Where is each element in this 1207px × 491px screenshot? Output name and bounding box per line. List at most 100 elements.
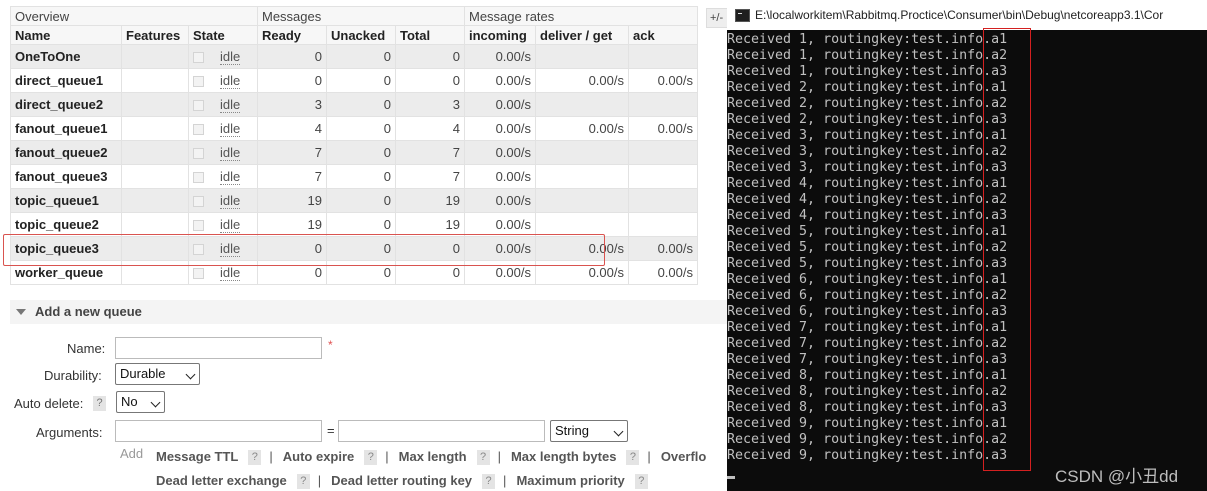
queue-name[interactable]: fanout_queue3 [10,164,122,189]
console-window[interactable]: E:\localworkitem\Rabbitmq.Proctice\Consu… [727,0,1207,491]
state-cell: idle [188,92,258,117]
table-row[interactable]: fanout_queue3 idle 7 0 7 0.00/s [10,164,698,189]
features-cell [121,164,189,189]
queue-name-input[interactable] [115,337,322,359]
chevron-down-icon [613,426,624,437]
state-label: idle [220,265,241,281]
queue-name[interactable]: fanout_queue2 [10,140,122,165]
col-ack[interactable]: ack [628,25,698,45]
argument-shortcut-link[interactable]: Message TTL [156,449,238,464]
console-line: Received 9, routingkey:test.info.a3 [727,448,1008,463]
ready-count: 19 [257,188,327,213]
col-ready[interactable]: Ready [257,25,327,45]
console-line: Received 2, routingkey:test.info.a2 [727,96,1008,111]
auto-delete-help-icon[interactable]: ? [93,396,106,411]
console-line: Received 4, routingkey:test.info.a1 [727,176,1008,191]
col-unacked[interactable]: Unacked [326,25,396,45]
add-argument-link[interactable]: Add [120,446,143,461]
table-row[interactable]: fanout_queue2 idle 7 0 7 0.00/s [10,140,698,165]
watermark: CSDN @小丑dd [1055,467,1179,486]
queue-name[interactable]: direct_queue2 [10,92,122,117]
total-count: 7 [395,140,465,165]
state-indicator-icon [193,268,204,280]
incoming-rate: 0.00/s [464,164,536,189]
argument-shortcut-link[interactable]: Auto expire [283,449,355,464]
durability-label: Durability: [44,368,102,383]
argument-shortcut-link[interactable]: Dead letter exchange [156,473,287,488]
queue-name[interactable]: topic_queue1 [10,188,122,213]
table-row[interactable]: direct_queue2 idle 3 0 3 0.00/s [10,92,698,117]
features-cell [121,92,189,117]
queue-name[interactable]: direct_queue1 [10,68,122,93]
ack-rate: 0.00/s [628,236,698,261]
durability-select[interactable]: Durable [115,363,200,385]
separator: | [269,449,273,464]
argument-shortcuts-row-2: Dead letter exchange? | Dead letter routin… [156,473,656,490]
col-total[interactable]: Total [395,25,465,45]
argument-shortcuts-row-1: Message TTL? | Auto expire? | Max length? | Ma… [156,449,707,466]
equals-sign: = [327,423,335,438]
state-label: idle [220,217,241,233]
deliver-rate [535,212,629,237]
help-icon[interactable]: ? [634,474,648,490]
auto-delete-select[interactable]: No [116,391,165,413]
argument-key-input[interactable] [115,420,322,442]
collapse-triangle-icon [16,309,26,315]
console-titlebar[interactable]: E:\localworkitem\Rabbitmq.Proctice\Consu… [727,0,1207,30]
argument-value-input[interactable] [338,420,545,442]
help-icon[interactable]: ? [248,450,262,466]
incoming-rate: 0.00/s [464,68,536,93]
state-cell: idle [188,212,258,237]
incoming-rate: 0.00/s [464,188,536,213]
queue-name[interactable]: topic_queue2 [10,212,122,237]
col-name[interactable]: Name [10,25,122,45]
console-line: Received 1, routingkey:test.info.a2 [727,48,1008,63]
queue-name[interactable]: OneToOne [10,44,122,69]
console-line: Received 1, routingkey:test.info.a3 [727,64,1008,79]
argument-type-select[interactable]: String [550,420,628,442]
console-title: E:\localworkitem\Rabbitmq.Proctice\Consu… [755,8,1164,22]
ready-count: 0 [257,68,327,93]
argument-shortcut-link[interactable]: Dead letter routing key [331,473,472,488]
console-line: Received 5, routingkey:test.info.a1 [727,224,1008,239]
ack-rate [628,92,698,117]
col-incoming[interactable]: incoming [464,25,536,45]
help-icon[interactable]: ? [482,474,496,490]
help-icon[interactable]: ? [476,450,490,466]
console-line: Received 6, routingkey:test.info.a3 [727,304,1008,319]
help-icon[interactable]: ? [364,450,378,466]
incoming-rate: 0.00/s [464,140,536,165]
argument-shortcut-link[interactable]: Max length bytes [511,449,616,464]
console-app-icon [735,9,750,22]
argument-shortcut-link[interactable]: Overflo [661,449,707,464]
table-row[interactable]: OneToOne idle 0 0 0 0.00/s [10,44,698,69]
console-line: Received 3, routingkey:test.info.a3 [727,160,1008,175]
console-line: Received 5, routingkey:test.info.a3 [727,256,1008,271]
ready-count: 0 [257,44,327,69]
argument-shortcut-link[interactable]: Maximum priority [516,473,624,488]
table-row[interactable]: fanout_queue1 idle 4 0 4 0.00/s 0.00/s 0.00/s [10,116,698,141]
console-line: Received 8, routingkey:test.info.a1 [727,368,1008,383]
add-queue-section-header[interactable]: Add a new queue [10,300,730,324]
queue-name[interactable]: fanout_queue1 [10,116,122,141]
table-row[interactable]: topic_queue1 idle 19 0 19 0.00/s [10,188,698,213]
col-deliver-get[interactable]: deliver / get [535,25,629,45]
console-line: Received 7, routingkey:test.info.a2 [727,336,1008,351]
state-indicator-icon [193,172,204,184]
col-features[interactable]: Features [121,25,189,45]
deliver-rate [535,164,629,189]
chevron-down-icon [150,397,161,408]
console-output: Received 1, routingkey:test.info.a1 Recei… [727,32,1007,464]
table-row[interactable]: direct_queue1 idle 0 0 0 0.00/s 0.00/s 0.00/s [10,68,698,93]
features-cell [121,212,189,237]
add-queue-title: Add a new queue [35,304,142,319]
argument-shortcut-link[interactable]: Max length [399,449,467,464]
help-icon[interactable]: ? [626,450,640,466]
table-row[interactable]: topic_queue2 idle 19 0 19 0.00/s [10,212,698,237]
argument-type-value: String [555,423,589,438]
console-line: Received 4, routingkey:test.info.a3 [727,208,1008,223]
ack-rate [628,44,698,69]
help-icon[interactable]: ? [296,474,310,490]
col-state[interactable]: State [188,25,258,45]
unacked-count: 0 [326,140,396,165]
